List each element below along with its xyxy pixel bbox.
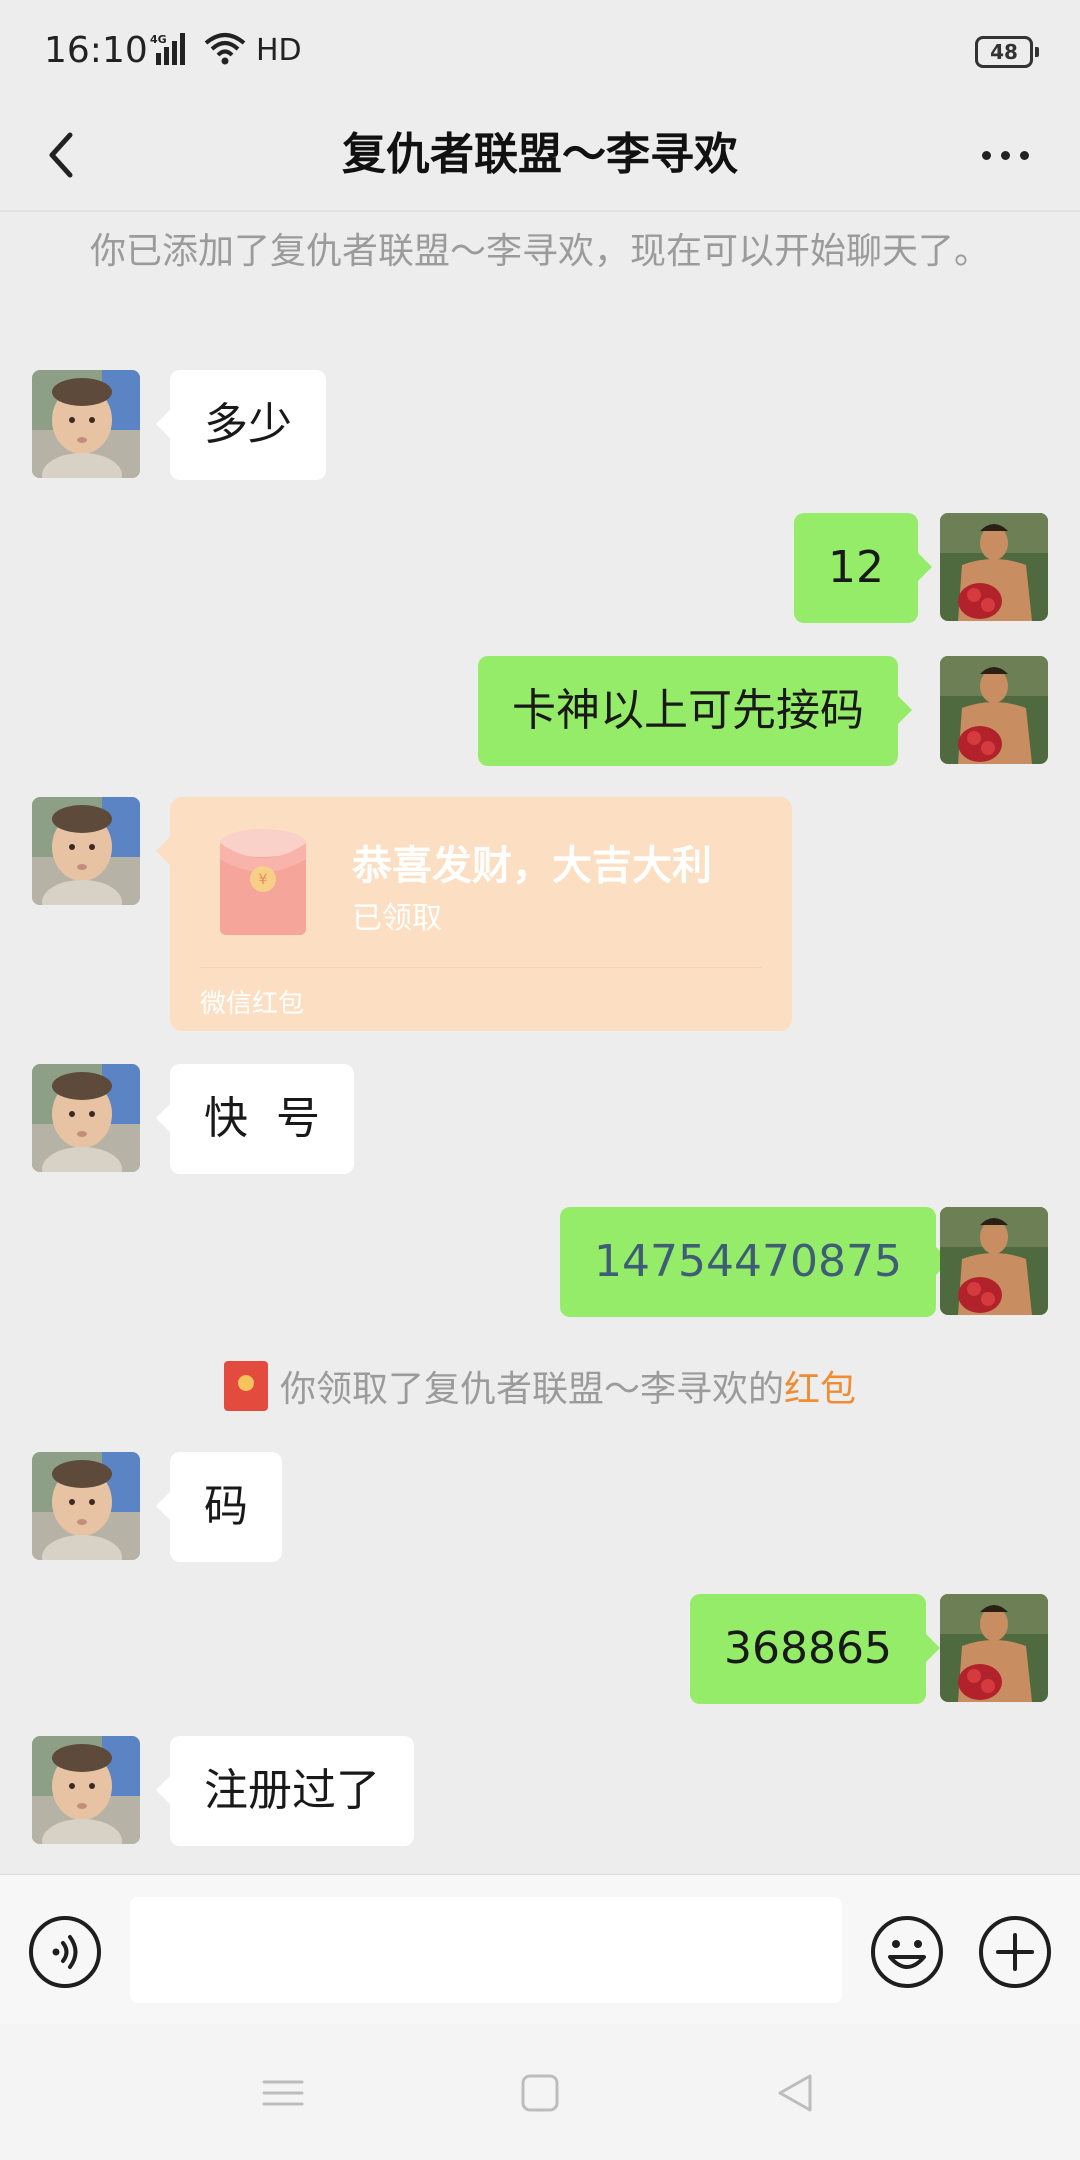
- red-packet-icon: ¥: [220, 829, 306, 935]
- svg-text:¥: ¥: [259, 872, 268, 888]
- chat-header: 复仇者联盟～李寻欢: [0, 100, 1080, 210]
- red-packet-divider: [200, 967, 762, 968]
- red-packet-notice-text: 你领取了复仇者联盟～李寻欢的: [279, 1369, 784, 1410]
- my-avatar[interactable]: [940, 513, 1048, 621]
- message-bubble-outgoing[interactable]: 14754470875: [560, 1207, 950, 1317]
- back-nav-button[interactable]: [770, 2068, 820, 2118]
- back-nav-icon: [778, 2074, 812, 2112]
- more-icon: [981, 150, 991, 160]
- message-bubble-outgoing[interactable]: 12: [794, 513, 932, 623]
- menu-nav-icon: [262, 2080, 304, 2106]
- battery-indicator: 48: [975, 36, 1039, 68]
- wifi-icon: [204, 31, 246, 69]
- status-time: 16:10: [44, 30, 148, 71]
- back-arrow-icon: [49, 132, 73, 178]
- red-packet-footer: 微信红包: [200, 989, 305, 1019]
- plus-icon: [979, 1916, 1051, 1988]
- message-bubble-outgoing[interactable]: 368865: [690, 1594, 940, 1704]
- voice-button[interactable]: [28, 1915, 102, 1989]
- contact-avatar[interactable]: [32, 370, 140, 478]
- svg-text:4G: 4G: [150, 33, 167, 46]
- message-bubble-incoming[interactable]: 快 号: [156, 1064, 354, 1174]
- my-avatar[interactable]: [940, 656, 1048, 764]
- message-bubble-incoming[interactable]: 码: [156, 1452, 282, 1562]
- status-icons: 4G HD: [150, 30, 302, 70]
- header-divider: [0, 210, 1080, 212]
- red-packet-mini-icon: [223, 1361, 268, 1411]
- menu-nav-button[interactable]: [258, 2068, 308, 2118]
- red-packet-status: 已领取: [352, 901, 442, 936]
- red-packet-received-notice: 你领取了复仇者联盟～李寻欢的 红包: [0, 1358, 1080, 1414]
- contact-avatar[interactable]: [32, 1736, 140, 1844]
- status-bar: 16:10 4G HD 48: [0, 0, 1080, 100]
- voice-icon: [29, 1916, 101, 1988]
- contact-avatar[interactable]: [32, 1064, 140, 1172]
- chat-input-bar: [0, 1874, 1080, 2025]
- home-nav-button[interactable]: [515, 2068, 565, 2118]
- home-nav-icon: [521, 2074, 559, 2112]
- message-bubble-incoming[interactable]: 多少: [156, 370, 326, 480]
- system-navigation-bar: [0, 2024, 1080, 2160]
- contact-avatar[interactable]: [32, 1452, 140, 1560]
- signal-icon: 4G: [150, 31, 194, 69]
- red-packet-link[interactable]: 红包: [784, 1360, 856, 1412]
- more-functions-button[interactable]: [978, 1915, 1052, 1989]
- chat-title: 复仇者联盟～李寻欢: [342, 129, 738, 180]
- red-packet-title: 恭喜发财，大吉大利: [352, 843, 712, 889]
- back-button[interactable]: [30, 120, 100, 190]
- my-avatar[interactable]: [940, 1594, 1048, 1702]
- message-input[interactable]: [130, 1897, 842, 2003]
- message-bubble-incoming[interactable]: 注册过了: [156, 1736, 414, 1846]
- system-notice: 你已添加了复仇者联盟～李寻欢，现在可以开始聊天了。: [89, 231, 990, 272]
- hd-label: HD: [256, 32, 302, 68]
- emoji-button[interactable]: [870, 1915, 944, 1989]
- red-packet-card[interactable]: ¥ 恭喜发财，大吉大利 已领取 微信红包: [156, 797, 792, 1031]
- more-button[interactable]: [965, 120, 1045, 190]
- emoji-icon: [871, 1916, 943, 1988]
- message-bubble-outgoing[interactable]: 卡神以上可先接码: [478, 656, 912, 766]
- my-avatar[interactable]: [940, 1207, 1048, 1315]
- contact-avatar[interactable]: [32, 797, 140, 905]
